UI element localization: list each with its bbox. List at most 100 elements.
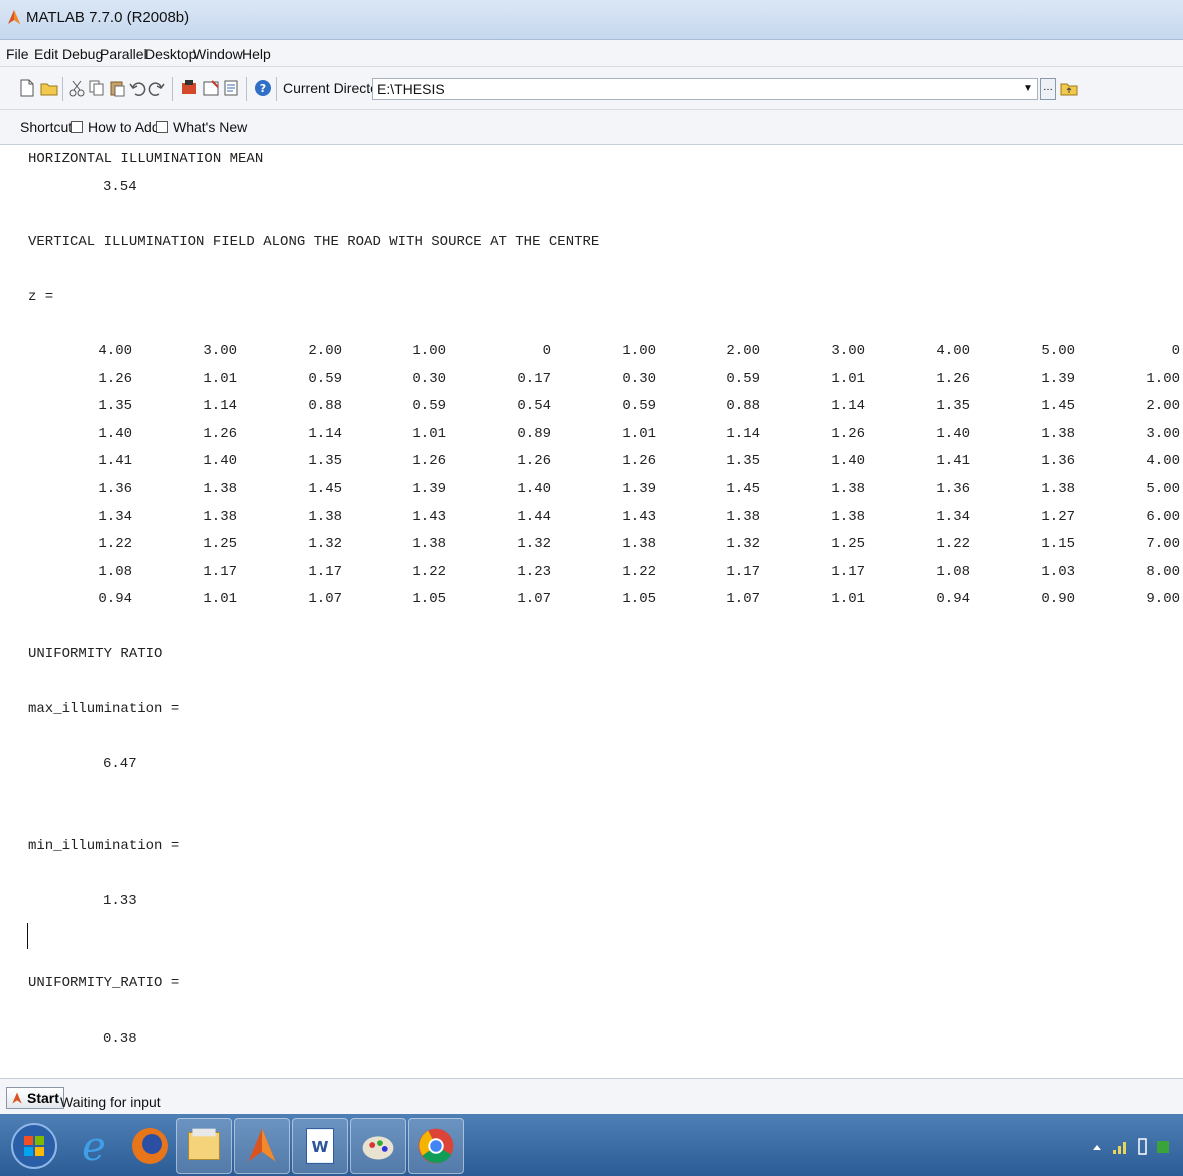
matrix-cell: 1.03 xyxy=(1041,564,1075,580)
matrix-cell: 1.35 xyxy=(726,453,760,469)
profiler-icon[interactable] xyxy=(222,79,240,97)
matrix-cell: 1.26 xyxy=(412,453,446,469)
matrix-cell: 1.25 xyxy=(831,536,865,552)
windows-start-orb-icon[interactable] xyxy=(6,1118,62,1174)
matrix-cell: 1.40 xyxy=(936,426,970,442)
matrix-cell: 0.17 xyxy=(517,371,551,387)
matrix-cell: 3.00 xyxy=(831,343,865,359)
toolbar-separator xyxy=(172,77,173,101)
shortcut-how-to-add[interactable]: How to Add xyxy=(88,119,160,135)
svg-text:?: ? xyxy=(260,82,266,95)
matrix-cell: 1.08 xyxy=(98,564,132,580)
current-directory-input[interactable]: E:\THESIS xyxy=(372,78,1038,100)
menu-window[interactable]: Window xyxy=(193,46,243,62)
matrix-cell: 1.38 xyxy=(203,509,237,525)
menu-parallel[interactable]: Parallel xyxy=(100,46,147,62)
matrix-cell: 0.30 xyxy=(412,371,446,387)
matlab-icon[interactable] xyxy=(234,1118,290,1174)
toolbar-separator xyxy=(62,77,63,101)
matrix-cell: 1.35 xyxy=(98,398,132,414)
matrix-cell: 1.38 xyxy=(726,509,760,525)
undo-icon[interactable] xyxy=(128,79,146,97)
matrix-cell: 5.00 xyxy=(1041,343,1075,359)
matrix-cell: 1.27 xyxy=(1041,509,1075,525)
matrix-cell: 1.17 xyxy=(726,564,760,580)
matrix-cell: 1.36 xyxy=(1041,453,1075,469)
matrix-cell: 1.17 xyxy=(203,564,237,580)
open-folder-icon[interactable] xyxy=(40,79,58,97)
matrix-cell: 1.26 xyxy=(831,426,865,442)
matrix-cell: 6.00 xyxy=(1146,509,1180,525)
paint-icon[interactable] xyxy=(350,1118,406,1174)
title-bar: MATLAB 7.7.0 (R2008b) xyxy=(0,0,1183,40)
matrix-cell: 1.08 xyxy=(936,564,970,580)
matrix-cell: 1.34 xyxy=(936,509,970,525)
matrix-cell: 1.40 xyxy=(517,481,551,497)
word-icon[interactable]: W xyxy=(292,1118,348,1174)
simulink-icon[interactable] xyxy=(180,79,198,97)
menu-file[interactable]: File xyxy=(6,46,29,62)
console-assignment: UNIFORMITY_RATIO = xyxy=(28,975,180,991)
menu-debug[interactable]: Debug xyxy=(62,46,103,62)
firefox-icon[interactable] xyxy=(122,1118,178,1174)
matrix-cell: 0.90 xyxy=(1041,591,1075,607)
matrix-cell: 1.07 xyxy=(726,591,760,607)
matrix-cell: 0.59 xyxy=(622,398,656,414)
shortcut-whats-new[interactable]: What's New xyxy=(173,119,247,135)
chevron-down-icon[interactable]: ▼ xyxy=(1020,79,1036,99)
text-cursor xyxy=(27,923,28,949)
matrix-cell: 1.14 xyxy=(831,398,865,414)
matrix-cell: 0.54 xyxy=(517,398,551,414)
matrix-cell: 1.38 xyxy=(308,509,342,525)
cut-icon[interactable] xyxy=(68,79,86,97)
matrix-cell: 1.26 xyxy=(622,453,656,469)
console-value: 3.54 xyxy=(103,179,137,195)
internet-explorer-icon[interactable]: e xyxy=(66,1118,122,1174)
matrix-cell: 1.14 xyxy=(726,426,760,442)
chrome-icon[interactable] xyxy=(408,1118,464,1174)
shortcut-icon xyxy=(71,121,83,133)
matrix-cell: 1.00 xyxy=(412,343,446,359)
matrix-cell: 0.94 xyxy=(936,591,970,607)
matrix-cell: 1.39 xyxy=(622,481,656,497)
start-label: Start xyxy=(27,1090,59,1106)
window-title: MATLAB 7.7.0 (R2008b) xyxy=(26,9,190,26)
help-icon[interactable]: ? xyxy=(254,79,272,97)
matrix-cell: 1.38 xyxy=(831,509,865,525)
menu-desktop[interactable]: Desktop xyxy=(145,46,196,62)
matrix-cell: 1.17 xyxy=(831,564,865,580)
matrix-cell: 1.25 xyxy=(203,536,237,552)
console-heading: HORIZONTAL ILLUMINATION MEAN xyxy=(28,151,264,167)
matrix-cell: 0 xyxy=(1171,343,1180,359)
matrix-cell: 1.05 xyxy=(622,591,656,607)
matrix-cell: 1.22 xyxy=(412,564,446,580)
menu-help[interactable]: Help xyxy=(242,46,271,62)
command-window[interactable]: HORIZONTAL ILLUMINATION MEAN 3.54 VERTIC… xyxy=(0,145,1183,1078)
copy-icon[interactable] xyxy=(88,79,106,97)
matrix-cell: 9.00 xyxy=(1146,591,1180,607)
redo-icon[interactable] xyxy=(148,79,166,97)
menu-edit[interactable]: Edit xyxy=(34,46,58,62)
matrix-cell: 7.00 xyxy=(1146,536,1180,552)
guide-icon[interactable] xyxy=(202,79,220,97)
up-folder-icon[interactable] xyxy=(1060,79,1078,97)
matrix-cell: 1.01 xyxy=(831,371,865,387)
matrix-cell: 1.26 xyxy=(517,453,551,469)
matrix-cell: 1.40 xyxy=(203,453,237,469)
paste-icon[interactable] xyxy=(108,79,126,97)
matlab-start-button[interactable]: Start xyxy=(6,1087,64,1109)
file-explorer-icon[interactable] xyxy=(176,1118,232,1174)
matrix-cell: 1.01 xyxy=(831,591,865,607)
console-assignment: z = xyxy=(28,289,54,305)
status-bar: Start Waiting for input xyxy=(0,1078,1183,1114)
console-heading: UNIFORMITY RATIO xyxy=(28,646,163,662)
matrix-cell: 1.32 xyxy=(517,536,551,552)
matrix-cell: 1.07 xyxy=(517,591,551,607)
matrix-cell: 1.38 xyxy=(831,481,865,497)
system-tray[interactable] xyxy=(1083,1134,1183,1160)
new-file-icon[interactable] xyxy=(18,79,36,97)
console-assignment: max_illumination = xyxy=(28,701,180,717)
console-heading: VERTICAL ILLUMINATION FIELD ALONG THE RO… xyxy=(28,234,600,250)
browse-folder-button[interactable]: … xyxy=(1040,78,1056,100)
matrix-cell: 1.01 xyxy=(412,426,446,442)
